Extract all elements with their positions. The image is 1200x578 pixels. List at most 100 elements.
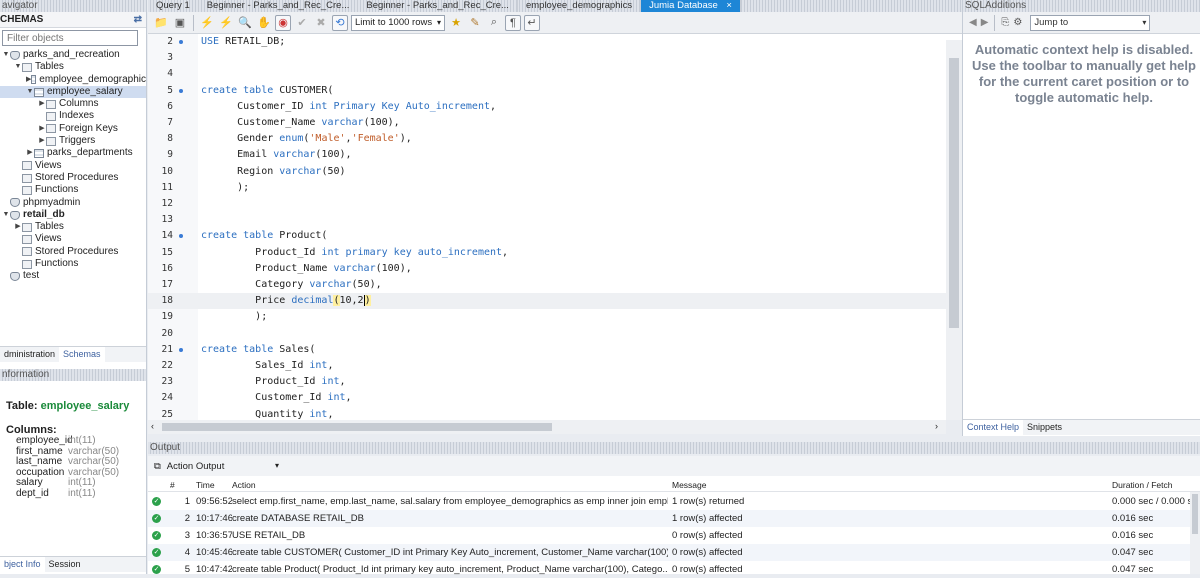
tree-item[interactable]: ▶ Columns bbox=[0, 98, 146, 110]
tree-item[interactable]: Functions bbox=[0, 258, 146, 270]
scroll-thumb[interactable] bbox=[949, 58, 959, 328]
code-line[interactable]: 7 Customer_Name varchar(100), bbox=[148, 115, 948, 131]
expand-down-icon[interactable]: ▼ bbox=[14, 61, 22, 73]
filter-objects-input[interactable] bbox=[2, 30, 138, 46]
tree-item[interactable]: Indexes bbox=[0, 110, 146, 122]
code-line[interactable]: 12 bbox=[148, 196, 948, 212]
scroll-right-icon[interactable]: › bbox=[935, 421, 938, 431]
autocommit-icon[interactable]: ⟲ bbox=[332, 14, 348, 31]
output-row[interactable]: ✓ 5 10:47:42 create table Product( Product_… bbox=[148, 561, 1200, 578]
output-row[interactable]: ✓ 2 10:17:46 create DATABASE RETAIL_DB 1 row… bbox=[148, 510, 1200, 527]
code-line[interactable]: 18 Price decimal(10,2) bbox=[148, 293, 948, 310]
tab-query[interactable]: Beginner - Parks_and_Rec_Cre... bbox=[358, 0, 518, 12]
tree-item[interactable]: ▶ Foreign Keys bbox=[0, 123, 146, 135]
output-scrollbar[interactable] bbox=[1190, 492, 1200, 574]
tab-object-info[interactable]: bject Info bbox=[0, 557, 45, 572]
close-icon[interactable]: × bbox=[726, 0, 732, 11]
code-line[interactable]: 4 bbox=[148, 66, 948, 82]
tab-schemas[interactable]: Schemas bbox=[59, 347, 105, 362]
tree-item[interactable]: test bbox=[0, 270, 146, 282]
code-line[interactable]: 11 ); bbox=[148, 180, 948, 196]
tab-query[interactable]: Jumia Database × bbox=[641, 0, 741, 12]
find-icon[interactable]: ⌕ bbox=[486, 15, 502, 31]
tree-item[interactable]: Functions bbox=[0, 184, 146, 196]
tab-session[interactable]: Session bbox=[45, 557, 85, 572]
tab-administration[interactable]: dministration bbox=[0, 347, 59, 362]
bookmark-star-icon[interactable]: ★ bbox=[448, 15, 464, 31]
sql-editor[interactable]: 2 USE RETAIL_DB; 3 4 5 create table CUSTOMER(… bbox=[148, 34, 962, 420]
code-line[interactable]: 16 Product_Name varchar(100), bbox=[148, 261, 948, 277]
tab-query[interactable]: employee_demographics bbox=[518, 0, 642, 12]
execute-icon[interactable]: ⚡ bbox=[199, 15, 215, 31]
code-line[interactable]: 23 Product_Id int, bbox=[148, 374, 948, 390]
tree-item[interactable]: ▶ Tables bbox=[0, 221, 146, 233]
tree-item[interactable]: ▼ retail_db bbox=[0, 209, 146, 221]
auto-help-icon[interactable]: ⚙ bbox=[1013, 17, 1022, 28]
code-line[interactable]: 14 create table Product( bbox=[148, 228, 948, 244]
code-line[interactable]: 21 create table Sales( bbox=[148, 342, 948, 358]
jump-to-select[interactable]: Jump to bbox=[1030, 14, 1151, 31]
code-line[interactable]: 20 bbox=[148, 326, 948, 342]
tab-context-help[interactable]: Context Help bbox=[963, 420, 1024, 435]
expand-down-icon[interactable]: ▼ bbox=[26, 86, 34, 98]
code-line[interactable]: 17 Category varchar(50), bbox=[148, 277, 948, 293]
invisible-chars-icon[interactable]: ¶ bbox=[505, 14, 521, 31]
code-line[interactable]: 24 Customer_Id int, bbox=[148, 390, 948, 406]
code-line[interactable]: 22 Sales_Id int, bbox=[148, 358, 948, 374]
code-line[interactable]: 15 Product_Id int primary key auto_incre… bbox=[148, 245, 948, 261]
tree-item[interactable]: Stored Procedures bbox=[0, 172, 146, 184]
expand-right-icon[interactable]: ▶ bbox=[38, 123, 46, 135]
expand-right-icon[interactable]: ▶ bbox=[26, 147, 34, 159]
execute-current-icon[interactable]: ⚡ bbox=[218, 15, 234, 31]
open-folder-icon[interactable]: 📁 bbox=[153, 15, 169, 31]
code-line[interactable]: 8 Gender enum('Male','Female'), bbox=[148, 131, 948, 147]
tree-item[interactable]: phpmyadmin bbox=[0, 197, 146, 209]
tab-query[interactable]: Beginner - Parks_and_Rec_Cre... bbox=[199, 0, 359, 12]
editor-vertical-scrollbar[interactable] bbox=[946, 40, 962, 420]
code-line[interactable]: 2 USE RETAIL_DB; bbox=[148, 34, 948, 50]
expand-down-icon[interactable]: ▼ bbox=[2, 209, 10, 221]
tree-item[interactable]: Stored Procedures bbox=[0, 246, 146, 258]
beautify-icon[interactable]: ✎ bbox=[467, 15, 483, 31]
tree-item[interactable]: ▼ parks_and_recreation bbox=[0, 49, 146, 61]
explain-icon[interactable]: 🔍 bbox=[237, 15, 253, 31]
tree-item[interactable]: ▼ Tables bbox=[0, 61, 146, 73]
tree-item[interactable]: Views bbox=[0, 160, 146, 172]
rollback-icon[interactable]: ✖ bbox=[313, 15, 329, 31]
back-icon[interactable]: ◀ bbox=[969, 17, 977, 28]
tab-query[interactable]: Query 1 bbox=[148, 0, 199, 12]
expand-right-icon[interactable]: ▶ bbox=[14, 221, 22, 233]
forward-icon[interactable]: ▶ bbox=[981, 17, 989, 28]
code-line[interactable]: 9 Email varchar(100), bbox=[148, 147, 948, 163]
word-wrap-icon[interactable]: ↵ bbox=[524, 14, 540, 31]
code-line[interactable]: 19 ); bbox=[148, 309, 948, 325]
output-row[interactable]: ✓ 4 10:45:46 create table CUSTOMER( Custome… bbox=[148, 544, 1200, 561]
commit-icon[interactable]: ✔ bbox=[294, 15, 310, 31]
tree-item[interactable]: ▶ employee_demographic bbox=[0, 74, 146, 86]
save-icon[interactable]: ▣ bbox=[172, 15, 188, 31]
manual-help-icon[interactable]: ⎘ bbox=[1001, 17, 1009, 28]
scroll-left-icon[interactable]: ‹ bbox=[151, 421, 154, 431]
code-line[interactable]: 13 bbox=[148, 212, 948, 228]
refresh-icon[interactable]: ⇄ bbox=[134, 14, 142, 25]
code-line[interactable]: 25 Quantity int, bbox=[148, 407, 948, 420]
stop-icon[interactable]: ✋ bbox=[256, 15, 272, 31]
expand-right-icon[interactable]: ▶ bbox=[38, 98, 46, 110]
code-line[interactable]: 3 bbox=[148, 50, 948, 66]
expand-down-icon[interactable]: ▼ bbox=[2, 49, 10, 61]
limit-rows-select[interactable]: Limit to 1000 rows bbox=[351, 14, 445, 31]
tab-snippets[interactable]: Snippets bbox=[1023, 420, 1066, 435]
tree-item[interactable]: ▶ parks_departments bbox=[0, 147, 146, 159]
output-mode-select[interactable]: ⧉ Action Output bbox=[154, 461, 279, 472]
scroll-thumb[interactable] bbox=[1192, 494, 1198, 534]
scroll-thumb[interactable] bbox=[162, 423, 552, 431]
editor-horizontal-scrollbar[interactable]: ‹ › bbox=[148, 420, 946, 434]
output-row[interactable]: ✓ 3 10:36:57 USE RETAIL_DB 0 row(s) affected… bbox=[148, 527, 1200, 544]
code-line[interactable]: 5 create table CUSTOMER( bbox=[148, 83, 948, 99]
tree-item[interactable]: ▼ employee_salary bbox=[0, 85, 146, 99]
toggle-continue-icon[interactable]: ◉ bbox=[275, 14, 291, 31]
code-line[interactable]: 10 Region varchar(50) bbox=[148, 164, 948, 180]
tree-item[interactable]: ▶ Triggers bbox=[0, 135, 146, 147]
code-line[interactable]: 6 Customer_ID int Primary Key Auto_incre… bbox=[148, 99, 948, 115]
tree-item[interactable]: Views bbox=[0, 233, 146, 245]
